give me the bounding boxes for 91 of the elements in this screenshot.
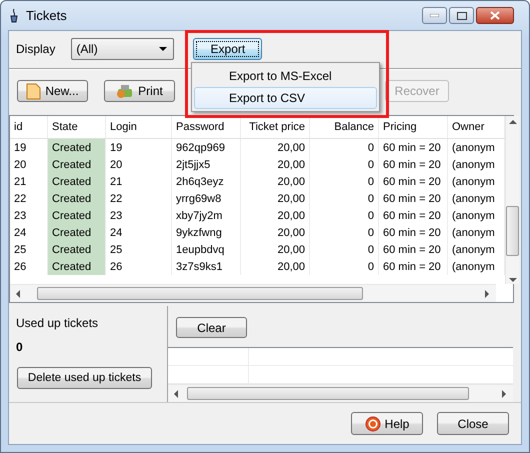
maximize-button[interactable] xyxy=(449,7,474,24)
export-button[interactable]: Export xyxy=(193,38,262,60)
toolbar-button[interactable]: New... xyxy=(17,80,88,102)
table-cell: 0 xyxy=(310,224,379,241)
used-up-count: 0 xyxy=(16,340,24,354)
table-cell: Created xyxy=(48,258,106,275)
caret-icon xyxy=(159,47,168,51)
clear-button[interactable]: Clear xyxy=(176,317,247,338)
column-header[interactable]: State xyxy=(48,116,106,138)
toolbar-button[interactable]: Print xyxy=(104,80,175,102)
table-cell: 60 min = 20 xyxy=(379,156,448,173)
table-cell: 0 xyxy=(310,139,379,156)
table-cell: 3z7s9ks1 xyxy=(172,258,241,275)
column-header[interactable]: Ticket price xyxy=(241,116,310,138)
display-dropdown[interactable]: (All) xyxy=(71,38,174,60)
maximize-icon xyxy=(456,12,466,20)
vertical-scrollbar[interactable] xyxy=(505,116,519,284)
window-title: Tickets xyxy=(26,8,67,23)
table-cell: 0 xyxy=(310,258,379,275)
table-cell: 2jt5jjx5 xyxy=(172,156,241,173)
help-icon xyxy=(364,416,381,432)
table-cell: 24 xyxy=(106,224,172,241)
right-arrow-icon[interactable] xyxy=(485,290,490,298)
table-cell: 25 xyxy=(106,241,172,258)
table-cell: Created xyxy=(48,207,106,224)
table-cell: 9ykzfwng xyxy=(172,224,241,241)
table-cell: 20,00 xyxy=(241,241,310,258)
table-cell: 60 min = 20 xyxy=(379,224,448,241)
table-cell: 20,00 xyxy=(241,173,310,190)
column-header[interactable]: Login xyxy=(106,116,172,138)
table-cell: 20 xyxy=(106,156,172,173)
table-cell: 21 xyxy=(106,173,172,190)
table-cell: Created xyxy=(48,173,106,190)
display-label: Display xyxy=(16,42,56,56)
table-cell: 20,00 xyxy=(241,258,310,275)
table-cell: 0 xyxy=(310,207,379,224)
table-cell: 20,00 xyxy=(241,224,310,241)
table-cell: 23 xyxy=(106,207,172,224)
table-cell: 60 min = 20 xyxy=(379,139,448,156)
table-cell: 20,00 xyxy=(241,207,310,224)
table-cell: 2h6q3eyz xyxy=(172,173,241,190)
table-cell: 60 min = 20 xyxy=(379,173,448,190)
left-arrow-icon[interactable] xyxy=(16,290,21,298)
used-up-label: Used up tickets xyxy=(16,316,100,330)
column-header[interactable]: Password xyxy=(172,116,241,138)
table-cell: Created xyxy=(48,139,106,156)
table-cell: 0 xyxy=(310,156,379,173)
scroll-thumb[interactable] xyxy=(506,206,519,256)
table-cell: 20,00 xyxy=(241,156,310,173)
menu-item[interactable]: Export to CSV xyxy=(194,87,377,109)
table-cell: xby7jy2m xyxy=(172,207,241,224)
table-cell: 60 min = 20 xyxy=(379,258,448,275)
table-cell: 1eupbdvq xyxy=(172,241,241,258)
table-cell: Created xyxy=(48,241,106,258)
help-button[interactable]: Help xyxy=(351,412,423,435)
app-icon xyxy=(8,8,20,23)
table-cell: 60 min = 20 xyxy=(379,190,448,207)
table-cell: 962qp969 xyxy=(172,139,241,156)
table-cell: 60 min = 20 xyxy=(379,207,448,224)
scroll-thumb[interactable] xyxy=(187,387,469,400)
table-cell: Created xyxy=(48,224,106,241)
table-cell: 19 xyxy=(106,139,172,156)
horizontal-scrollbar[interactable] xyxy=(168,384,513,402)
left-arrow-icon[interactable] xyxy=(174,390,179,398)
table-cell: yrrg69w8 xyxy=(172,190,241,207)
right-arrow-icon[interactable] xyxy=(502,390,507,398)
document-icon xyxy=(26,82,42,100)
table-cell: 0 xyxy=(310,190,379,207)
table-cell: 22 xyxy=(106,190,172,207)
column-header[interactable]: id xyxy=(10,116,48,138)
column-header[interactable]: Pricing xyxy=(379,116,448,138)
down-arrow-icon[interactable] xyxy=(508,276,516,284)
table-cell: Created xyxy=(48,156,106,173)
table-cell: 0 xyxy=(310,173,379,190)
table-cell: 20,00 xyxy=(241,139,310,156)
table-cell: 0 xyxy=(310,241,379,258)
delete-used-button[interactable]: Delete used up tickets xyxy=(17,367,152,389)
scroll-thumb[interactable] xyxy=(37,287,363,300)
table-cell: 20,00 xyxy=(241,190,310,207)
printer-icon xyxy=(116,83,134,99)
table-cell: 60 min = 20 xyxy=(379,241,448,258)
horizontal-scrollbar[interactable] xyxy=(10,284,496,302)
close-dialog-button[interactable]: Close xyxy=(437,412,509,435)
minimize-icon xyxy=(430,14,439,17)
close-icon xyxy=(490,11,500,20)
menu-item[interactable]: Export to MS-Excel xyxy=(194,65,377,87)
column-header[interactable]: Balance xyxy=(310,116,379,138)
minimize-button[interactable] xyxy=(422,7,447,24)
close-button[interactable] xyxy=(476,7,514,24)
table-cell: 26 xyxy=(106,258,172,275)
table-cell: Created xyxy=(48,190,106,207)
